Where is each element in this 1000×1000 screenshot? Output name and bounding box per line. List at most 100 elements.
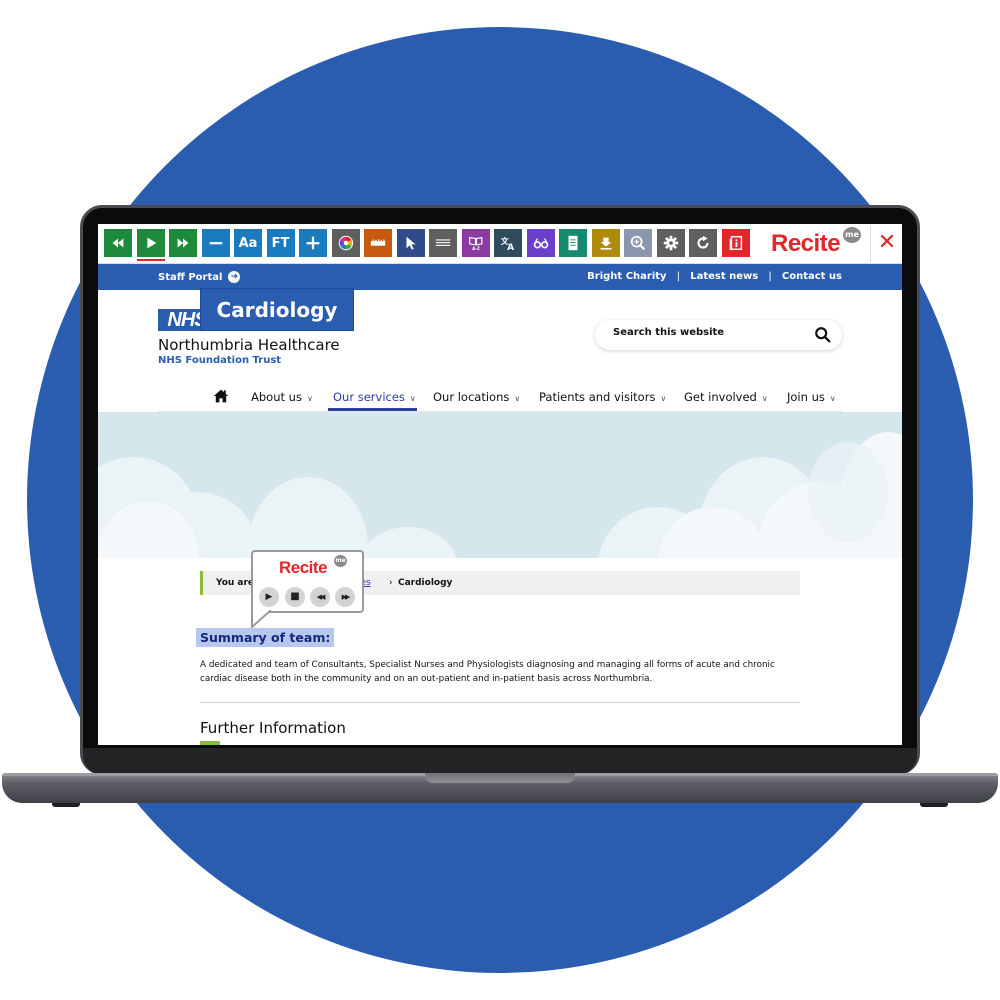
download-button[interactable] [591,229,620,257]
play-button[interactable] [136,229,165,261]
contact-us-link[interactable]: Contact us [772,271,842,282]
rewind-button[interactable] [104,229,132,257]
nav-our-locations[interactable]: Our locations ∨ [433,390,520,404]
content-divider [200,702,800,703]
margins-icon [434,234,452,252]
gear-icon [662,234,680,252]
heading-accent-bar [200,741,220,745]
nav-our-services[interactable]: Our services ∨ [333,390,416,404]
svg-text:A: A [507,243,514,252]
text-only-button[interactable] [559,229,587,257]
nav-patients-visitors[interactable]: Patients and visitors ∨ [539,390,666,404]
staff-portal-link[interactable]: Staff Portal ➜ [158,271,241,283]
player-rewind-button[interactable]: ◀◀ [310,587,330,607]
font-icon: Aa [238,235,258,251]
cloud [808,442,888,542]
staff-portal-label: Staff Portal [158,271,223,283]
separator: | [676,271,681,282]
margins-button[interactable] [429,229,457,257]
svg-text:A-Z: A-Z [472,246,480,251]
minus-icon [207,234,225,252]
breadcrumb-separator: › [389,578,393,588]
separator: | [768,271,772,282]
laptop-bezel-bottom [83,748,917,774]
cloud [248,477,368,558]
dictionary-icon: A-Z [467,234,485,252]
chevron-down-icon: ∨ [829,394,836,403]
document-icon [564,234,582,252]
nav-label: Get involved [684,390,757,404]
translate-button[interactable]: 文A [494,229,522,257]
close-toolbar-button[interactable]: ✕ [874,229,900,257]
magnifier-button[interactable] [624,229,652,257]
laptop-foot [920,803,948,807]
page-title: Cardiology [200,288,354,331]
chevron-down-icon: ∨ [761,394,768,403]
plus-icon [304,234,322,252]
info-icon [727,234,745,252]
player-forward-button[interactable]: ▶▶ [335,587,355,607]
font-type-button[interactable]: FT [266,229,295,257]
nav-label: Our locations [433,390,510,404]
active-nav-indicator [328,408,417,411]
chevron-down-icon: ∨ [514,394,521,403]
org-subtitle: NHS Foundation Trust [158,355,282,366]
browser-screen: Aa FT A-Z 文 A Recite me ✕ Staff Portal ➜ Bri… [98,224,902,745]
recite-logo: Recite [279,558,328,577]
org-name: Northumbria Healthcare [158,336,340,354]
recite-me-badge: me [843,227,861,243]
info-button[interactable] [721,229,750,257]
bright-charity-link[interactable]: Bright Charity [577,271,676,282]
chevron-down-icon: ∨ [306,394,313,403]
nav-label: Join us [787,390,825,404]
cursor-button[interactable] [396,229,425,257]
hero-banner [98,412,902,558]
font-button[interactable]: Aa [234,229,262,257]
ruler-button[interactable] [364,229,392,257]
play-icon [142,234,160,252]
settings-button[interactable] [656,229,685,257]
color-wheel-button[interactable] [331,229,360,257]
utility-bar: Staff Portal ➜ Bright Charity | Latest n… [98,264,902,290]
increase-text-button[interactable] [299,229,327,257]
rewind-icon [109,234,127,252]
search-icon[interactable] [814,326,832,344]
fast-forward-icon [174,234,192,252]
chevron-down-icon: ∨ [409,394,416,403]
nav-about-us[interactable]: About us ∨ [251,390,313,404]
nav-join-us[interactable]: Join us ∨ [787,390,836,404]
latest-news-link[interactable]: Latest news [680,271,768,282]
zoom-in-icon [629,234,647,252]
decrease-text-button[interactable] [201,229,230,257]
dictionary-button[interactable]: A-Z [461,229,490,257]
reset-icon [694,234,712,252]
color-wheel-icon [337,234,355,252]
reset-button[interactable] [689,229,717,257]
recite-logo: Recite [771,230,841,257]
recite-player-popup: Recite me ▶ ■ ◀◀ ▶▶ [251,550,364,613]
nav-label: Patients and visitors [539,390,656,404]
fast-forward-button[interactable] [169,229,197,257]
further-info-heading: Further Information [200,719,346,737]
nav-get-involved[interactable]: Get involved ∨ [684,390,768,404]
search-input[interactable] [613,327,803,338]
popup-tail [251,610,272,628]
laptop-foot [52,803,80,807]
cursor-icon [402,234,420,252]
summary-paragraph: A dedicated and team of Consultants, Spe… [200,660,775,684]
summary-heading: Summary of team: [196,628,335,647]
recite-toolbar: Aa FT A-Z 文 A Recite me ✕ [98,224,902,264]
search-box [595,320,842,350]
cloud [358,527,458,558]
arrow-right-icon: ➜ [228,271,241,283]
recite-me-badge: me [334,555,347,567]
toolbar-divider [870,226,871,262]
breadcrumb-prefix: You are [216,578,255,588]
screen-mask-button[interactable] [526,229,555,257]
nav-label: Our services [333,390,405,404]
player-stop-button[interactable]: ■ [285,587,305,607]
nav-label: About us [251,390,302,404]
player-play-button[interactable]: ▶ [259,587,279,607]
home-icon[interactable] [213,388,229,404]
chevron-down-icon: ∨ [660,394,667,403]
